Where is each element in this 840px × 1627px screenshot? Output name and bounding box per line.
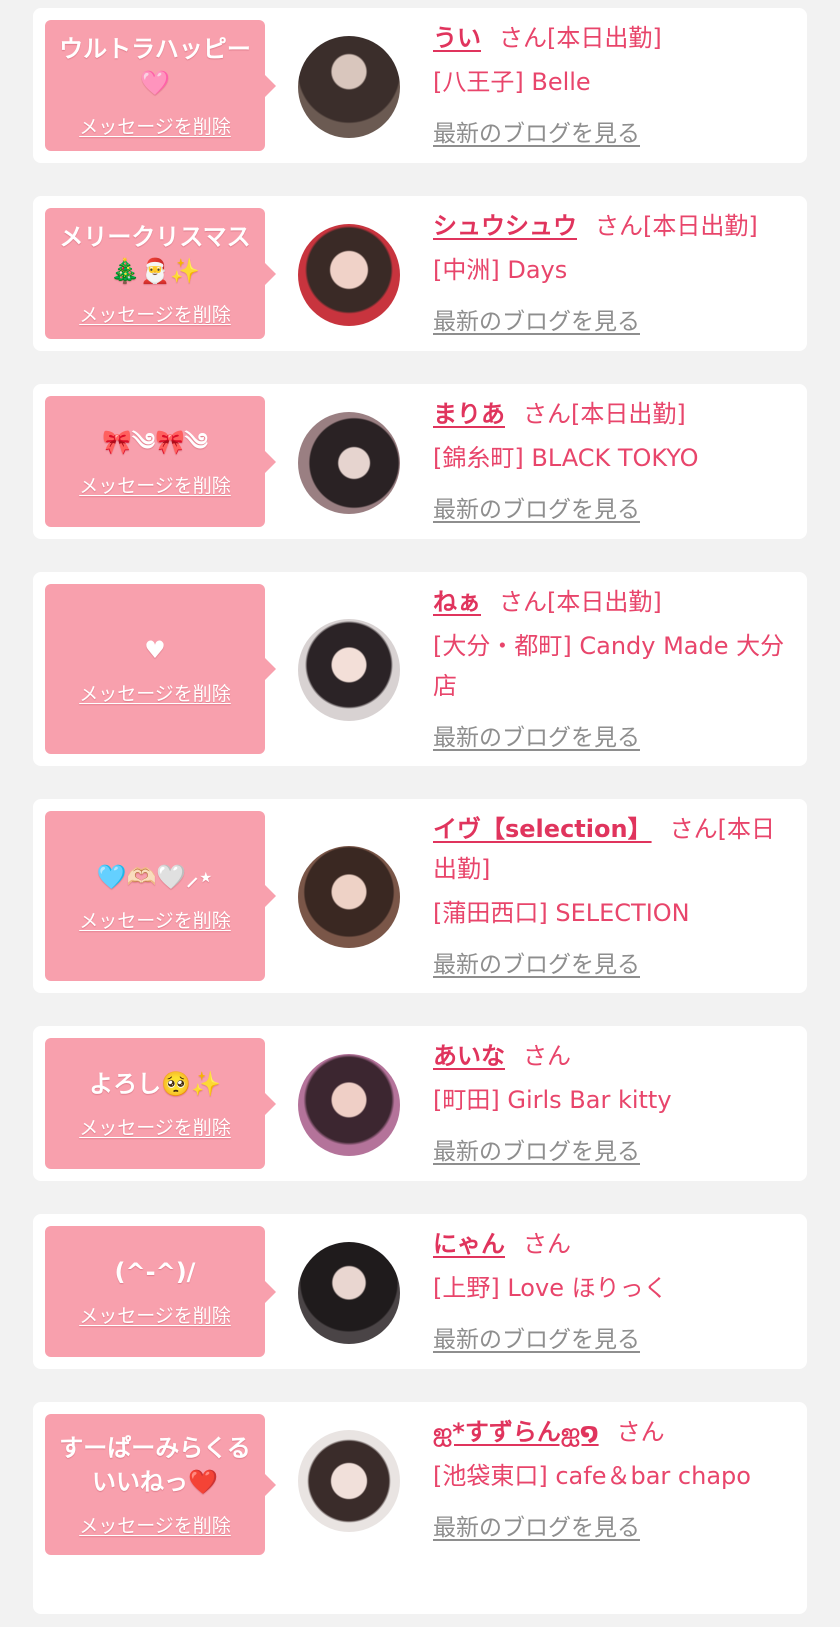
message-text: (^-^)/	[114, 1258, 196, 1286]
girl-name-link[interactable]: まりあ	[433, 400, 505, 428]
message-bubble: 🩵🫶🏻🤍⸝⋆ メッセージを削除	[45, 811, 276, 981]
san-label: さん	[616, 1418, 665, 1446]
latest-blog-link[interactable]: 最新のブログを見る	[433, 945, 640, 979]
message-text: 🩵🫶🏻🤍⸝⋆	[96, 862, 214, 891]
delete-message-link[interactable]: メッセージを削除	[79, 906, 231, 933]
avatar[interactable]	[298, 846, 400, 948]
message-text: ウルトラハッピー🩷	[59, 35, 251, 97]
list-item: ウルトラハッピー🩷 メッセージを削除 うい さん[本日出勤] [八王子] Bell…	[33, 8, 807, 163]
shop-text: [蒲田西口] SELECTION	[433, 899, 690, 927]
delete-message-link[interactable]: メッセージを削除	[79, 1113, 231, 1140]
status-text: [本日出勤]	[547, 24, 662, 52]
list-item: よろし🥺✨ メッセージを削除 あいな さん [町田] Girls Bar kitt…	[33, 1026, 807, 1181]
latest-blog-link[interactable]: 最新のブログを見る	[433, 1508, 640, 1542]
girl-name-link[interactable]: ねぁ	[433, 588, 481, 616]
status-text: [本日出勤]	[643, 212, 758, 240]
message-bubble: メリークリスマス🎄🎅✨ メッセージを削除	[45, 208, 276, 339]
latest-blog-link[interactable]: 最新のブログを見る	[433, 718, 640, 752]
shop-text: [町田] Girls Bar kitty	[433, 1086, 672, 1114]
list-item: ♥ メッセージを削除 ねぁ さん[本日出勤] [大分・都町] Candy Made…	[33, 572, 807, 766]
shop-text: [池袋東口] cafe＆bar chapo	[433, 1462, 751, 1490]
avatar[interactable]	[298, 1430, 400, 1532]
delete-message-link[interactable]: メッセージを削除	[79, 471, 231, 498]
girl-name-link[interactable]: あいな	[433, 1042, 505, 1070]
message-text: すーぱーみらくるいいねっ❤️	[59, 1434, 251, 1496]
san-label: さん	[499, 24, 547, 52]
girl-name-link[interactable]: にゃん	[433, 1230, 505, 1258]
shop-text: [中洲] Days	[433, 256, 568, 284]
san-label: さん	[669, 815, 718, 843]
san-label: さん	[595, 212, 643, 240]
avatar[interactable]	[298, 36, 400, 138]
shop-text: [八王子] Belle	[433, 68, 591, 96]
san-label: さん	[523, 1230, 571, 1258]
list-item: メリークリスマス🎄🎅✨ メッセージを削除 シュウシュウ さん[本日出勤] [中洲]…	[33, 196, 807, 351]
delete-message-link[interactable]: メッセージを削除	[79, 300, 231, 327]
girl-name-link[interactable]: イヴ【selection】	[433, 815, 652, 843]
status-text: [本日出勤]	[547, 588, 662, 616]
girl-name-link[interactable]: ஐ*すずらんஐ໑	[433, 1418, 599, 1446]
latest-blog-link[interactable]: 最新のブログを見る	[433, 490, 640, 524]
message-bubble: ウルトラハッピー🩷 メッセージを削除	[45, 20, 276, 151]
girl-name-link[interactable]: うい	[433, 24, 481, 52]
latest-blog-link[interactable]: 最新のブログを見る	[433, 302, 640, 336]
message-text: メリークリスマス🎄🎅✨	[59, 223, 251, 285]
shop-text: [大分・都町] Candy Made 大分店	[433, 632, 785, 700]
list-item: すーぱーみらくるいいねっ❤️ メッセージを削除 ஐ*すずらんஐ໑ さん [池袋東口…	[33, 1402, 807, 1614]
delete-message-link[interactable]: メッセージを削除	[79, 1301, 231, 1328]
message-text: ♥	[144, 635, 166, 664]
avatar[interactable]	[298, 224, 400, 326]
san-label: さん	[523, 1042, 571, 1070]
message-bubble: よろし🥺✨ メッセージを削除	[45, 1038, 276, 1169]
message-bubble: ♥ メッセージを削除	[45, 584, 276, 754]
favorites-list: ウルトラハッピー🩷 メッセージを削除 うい さん[本日出勤] [八王子] Bell…	[0, 0, 840, 1627]
list-item: (^-^)/ メッセージを削除 にゃん さん [上野] Love ほりっく 最新の…	[33, 1214, 807, 1369]
san-label: さん	[499, 588, 547, 616]
delete-message-link[interactable]: メッセージを削除	[79, 679, 231, 706]
avatar[interactable]	[298, 412, 400, 514]
message-text: 🎀༄🎀༄	[102, 428, 208, 456]
latest-blog-link[interactable]: 最新のブログを見る	[433, 1320, 640, 1354]
message-text: よろし🥺✨	[89, 1070, 221, 1098]
shop-text: [錦糸町] BLACK TOKYO	[433, 444, 699, 472]
list-item: 🎀༄🎀༄ メッセージを削除 まりあ さん[本日出勤] [錦糸町] BLACK TO…	[33, 384, 807, 539]
status-text: [本日出勤]	[571, 400, 686, 428]
delete-message-link[interactable]: メッセージを削除	[79, 112, 231, 139]
san-label: さん	[523, 400, 571, 428]
latest-blog-link[interactable]: 最新のブログを見る	[433, 1132, 640, 1166]
delete-message-link[interactable]: メッセージを削除	[79, 1511, 231, 1538]
avatar[interactable]	[298, 619, 400, 721]
message-bubble: すーぱーみらくるいいねっ❤️ メッセージを削除	[45, 1414, 276, 1555]
avatar[interactable]	[298, 1054, 400, 1156]
avatar[interactable]	[298, 1242, 400, 1344]
list-item: 🩵🫶🏻🤍⸝⋆ メッセージを削除 イヴ【selection】 さん[本日出勤] [蒲…	[33, 799, 807, 993]
message-bubble: 🎀༄🎀༄ メッセージを削除	[45, 396, 276, 527]
latest-blog-link[interactable]: 最新のブログを見る	[433, 114, 640, 148]
shop-text: [上野] Love ほりっく	[433, 1274, 668, 1302]
message-bubble: (^-^)/ メッセージを削除	[45, 1226, 276, 1357]
girl-name-link[interactable]: シュウシュウ	[433, 212, 577, 240]
